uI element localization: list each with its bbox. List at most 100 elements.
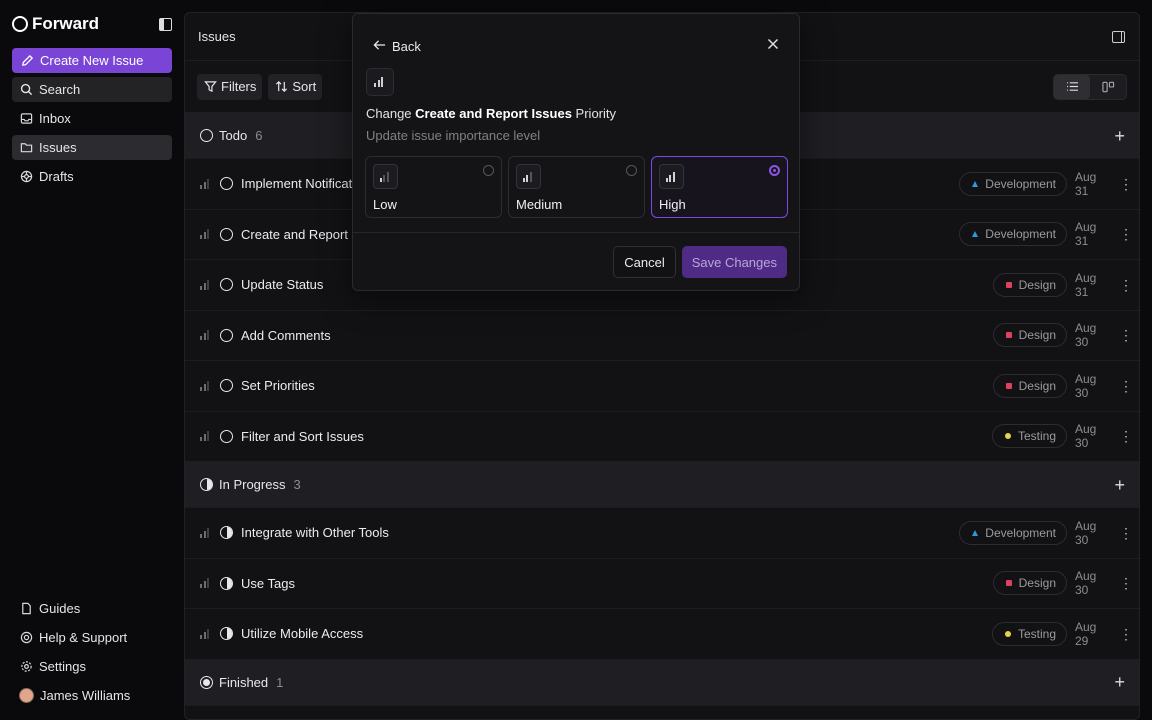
sidebar-item-settings[interactable]: Settings (12, 654, 172, 679)
high-priority-icon (659, 164, 684, 189)
close-icon[interactable] (767, 37, 779, 55)
filters-button[interactable]: Filters (197, 73, 263, 100)
tag-label: Development (985, 176, 1056, 191)
medium-priority-icon (516, 164, 541, 189)
logo-icon (12, 16, 28, 32)
brand-name: Forward (32, 14, 100, 33)
in-progress-status-icon[interactable] (220, 576, 233, 590)
circle-icon (1004, 433, 1011, 440)
priority-icon[interactable] (200, 380, 212, 391)
tag-label: Development (985, 227, 1056, 242)
cancel-button[interactable]: Cancel (613, 246, 676, 278)
folder-icon (19, 141, 33, 155)
label-tag[interactable]: Design (992, 323, 1067, 348)
issue-row[interactable]: Utilize Mobile Access Testing Aug 29 ⋮ (185, 609, 1139, 660)
radio-low[interactable] (483, 165, 494, 176)
due-date: Aug 29 (1075, 619, 1097, 648)
tag-label: Design (1018, 576, 1056, 591)
circle-icon (1004, 630, 1011, 637)
low-priority-icon (373, 164, 398, 189)
more-options-icon[interactable]: ⋮ (1119, 379, 1133, 393)
sidebar-item-drafts[interactable]: Drafts (12, 164, 172, 189)
back-label: Back (392, 38, 421, 54)
due-date: Aug 30 (1075, 518, 1097, 547)
drafts-icon (19, 170, 33, 184)
add-issue-icon[interactable]: + (1114, 127, 1125, 145)
sidebar-item-guides[interactable]: Guides (12, 596, 172, 621)
label-tag[interactable]: Design (992, 272, 1067, 297)
issue-row[interactable]: Use Tags Design Aug 30 ⋮ (185, 558, 1139, 609)
group-count: 6 (255, 128, 263, 143)
due-date: Aug 30 (1075, 371, 1097, 400)
brand[interactable]: Forward (12, 14, 99, 34)
in-progress-status-icon[interactable] (220, 627, 233, 641)
more-options-icon[interactable]: ⋮ (1119, 227, 1133, 241)
sidebar-item-search[interactable]: Search (12, 77, 172, 102)
priority-icon[interactable] (200, 279, 212, 290)
issue-row[interactable]: Add Comments Design Aug 30 ⋮ (185, 310, 1139, 361)
todo-status-icon[interactable] (220, 379, 233, 393)
back-button[interactable]: Back (373, 39, 421, 54)
priority-icon[interactable] (200, 431, 212, 442)
add-issue-icon[interactable]: + (1114, 476, 1125, 494)
create-issue-button[interactable]: Create New Issue (12, 48, 172, 73)
in-progress-status-icon[interactable] (220, 526, 233, 540)
sidebar-toggle-icon[interactable] (159, 17, 172, 31)
more-options-icon[interactable]: ⋮ (1119, 526, 1133, 540)
more-options-icon[interactable]: ⋮ (1119, 627, 1133, 641)
group-header-in-progress[interactable]: In Progress 3 + (185, 462, 1139, 508)
priority-icon[interactable] (200, 330, 212, 341)
side-panel-icon[interactable] (1112, 30, 1125, 43)
label-tag[interactable]: Development (959, 222, 1067, 247)
todo-status-icon[interactable] (220, 328, 233, 342)
issue-row[interactable]: Filter and Sort Issues Testing Aug 30 ⋮ (185, 411, 1139, 462)
board-view-icon[interactable] (1090, 75, 1126, 99)
label-tag[interactable]: Design (992, 373, 1067, 398)
add-issue-icon[interactable]: + (1114, 673, 1125, 691)
group-header-finished[interactable]: Finished 1 + (185, 659, 1139, 706)
priority-option-low[interactable]: Low (365, 156, 502, 218)
priority-icon[interactable] (200, 527, 212, 538)
change-priority-dialog: Back Change Create and Report Issues Pri… (352, 13, 800, 291)
label-tag[interactable]: Development (959, 520, 1067, 545)
label-tag[interactable]: Testing (991, 621, 1067, 646)
label-tag[interactable]: Design (992, 571, 1067, 596)
priority-icon[interactable] (200, 578, 212, 589)
more-options-icon[interactable]: ⋮ (1119, 278, 1133, 292)
sidebar-item-label: Guides (39, 601, 81, 616)
save-changes-button[interactable]: Save Changes (681, 246, 787, 278)
todo-status-icon[interactable] (220, 429, 233, 443)
option-label: Medium (516, 197, 563, 212)
dialog-footer: Cancel Save Changes (353, 233, 799, 278)
priority-option-high[interactable]: High (651, 156, 788, 218)
more-options-icon[interactable]: ⋮ (1119, 177, 1133, 191)
todo-status-icon[interactable] (220, 278, 233, 292)
tag-label: Testing (1017, 429, 1056, 444)
issue-row[interactable]: Set Priorities Design Aug 30 ⋮ (185, 361, 1139, 412)
label-tag[interactable]: Testing (991, 424, 1067, 449)
more-options-icon[interactable]: ⋮ (1119, 328, 1133, 342)
label-tag[interactable]: Development (959, 171, 1067, 196)
priority-icon[interactable] (200, 178, 212, 189)
sort-icon (274, 80, 288, 94)
radio-medium[interactable] (626, 165, 637, 176)
priority-option-medium[interactable]: Medium (508, 156, 645, 218)
sort-button[interactable]: Sort (268, 73, 323, 100)
sidebar-item-inbox[interactable]: Inbox (12, 106, 172, 131)
priority-icon[interactable] (200, 628, 212, 639)
radio-high[interactable] (769, 165, 780, 176)
sidebar-item-issues[interactable]: Issues (12, 135, 172, 160)
more-options-icon[interactable]: ⋮ (1119, 429, 1133, 443)
more-options-icon[interactable]: ⋮ (1119, 576, 1133, 590)
list-view-icon[interactable] (1054, 74, 1090, 99)
title-issue-name: Create and Report Issues (415, 106, 572, 121)
user-profile[interactable]: James Williams (12, 683, 172, 708)
issue-row[interactable]: Integrate with Other Tools Development A… (185, 508, 1139, 559)
issue-title: Create and Report I (241, 226, 356, 242)
sidebar-item-help[interactable]: Help & Support (12, 625, 172, 650)
tag-label: Development (985, 525, 1056, 540)
priority-icon[interactable] (200, 229, 212, 240)
todo-status-icon[interactable] (220, 227, 233, 241)
todo-status-icon[interactable] (220, 177, 233, 191)
sidebar-item-label: Inbox (39, 111, 71, 126)
